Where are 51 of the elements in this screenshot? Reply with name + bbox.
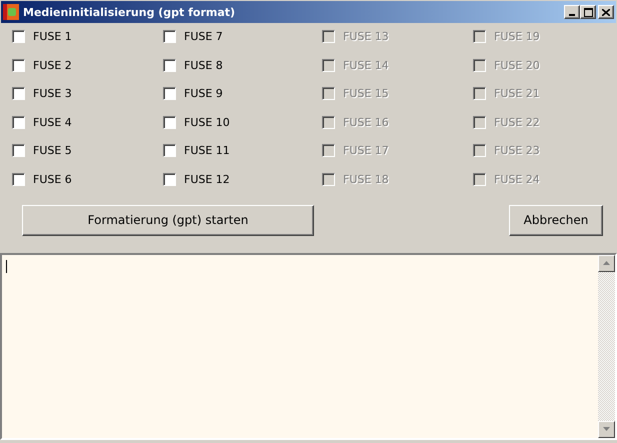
scrollbar[interactable] xyxy=(598,254,615,438)
checkbox-label: FUSE 11 xyxy=(184,144,230,158)
app-icon xyxy=(3,4,19,20)
start-button[interactable]: Formatierung (gpt) starten xyxy=(22,204,314,236)
checkbox-label: FUSE 9 xyxy=(184,87,223,100)
checkbox-label: FUSE 18 xyxy=(343,172,389,186)
checkbox[interactable] xyxy=(12,172,25,186)
checkbox-label: FUSE 2 xyxy=(33,58,72,72)
checkbox-label: FUSE 10 xyxy=(184,116,230,129)
close-button[interactable] xyxy=(598,5,614,19)
checkbox-label: FUSE 6 xyxy=(33,172,72,186)
close-icon xyxy=(602,8,610,16)
up-arrow-icon xyxy=(603,261,610,266)
checkbox[interactable] xyxy=(12,30,25,43)
checkbox[interactable] xyxy=(163,58,176,72)
checkbox-label: FUSE 17 xyxy=(343,144,389,158)
checkbox-label: FUSE 12 xyxy=(184,172,230,186)
maximize-button[interactable] xyxy=(580,5,596,19)
checkbox[interactable] xyxy=(163,172,176,186)
checkbox[interactable] xyxy=(12,58,25,72)
checkbox[interactable] xyxy=(12,87,25,100)
checkbox-label: FUSE 14 xyxy=(343,58,389,72)
checkbox[interactable] xyxy=(163,30,176,43)
checkbox[interactable] xyxy=(163,87,176,100)
checkbox-label: FUSE 1 xyxy=(33,30,72,43)
checkbox-label: FUSE 15 xyxy=(343,87,389,100)
text-cursor xyxy=(6,260,7,273)
checkbox-label: FUSE 20 xyxy=(494,58,540,72)
checkbox-label: FUSE 24 xyxy=(494,172,540,186)
maximize-icon xyxy=(584,8,592,16)
checkbox[interactable] xyxy=(163,144,176,158)
scroll-up-button[interactable] xyxy=(598,254,615,272)
down-arrow-icon xyxy=(603,427,610,432)
checkbox[interactable] xyxy=(12,144,25,158)
checkbox-label: FUSE 5 xyxy=(33,144,72,158)
checkbox[interactable] xyxy=(163,116,176,129)
window-title: Medieninitialisierung (gpt format) xyxy=(23,6,236,18)
checkbox-label: FUSE 8 xyxy=(184,58,223,72)
minimize-button[interactable] xyxy=(564,5,580,19)
scroll-down-button[interactable] xyxy=(598,420,615,438)
checkbox-label: FUSE 23 xyxy=(494,144,540,158)
checkbox-label: FUSE 16 xyxy=(343,116,389,129)
checkbox[interactable] xyxy=(12,116,25,129)
checkbox-label: FUSE 22 xyxy=(494,116,540,129)
checkbox-label: FUSE 7 xyxy=(184,30,223,43)
cancel-button[interactable]: Abbrechen xyxy=(509,204,603,236)
checkbox-label: FUSE 21 xyxy=(494,87,540,100)
checkbox-label: FUSE 4 xyxy=(33,116,72,129)
checkbox-label: FUSE 19 xyxy=(494,30,540,43)
checkbox-label: FUSE 13 xyxy=(343,30,389,43)
checkbox-label: FUSE 3 xyxy=(33,87,72,100)
